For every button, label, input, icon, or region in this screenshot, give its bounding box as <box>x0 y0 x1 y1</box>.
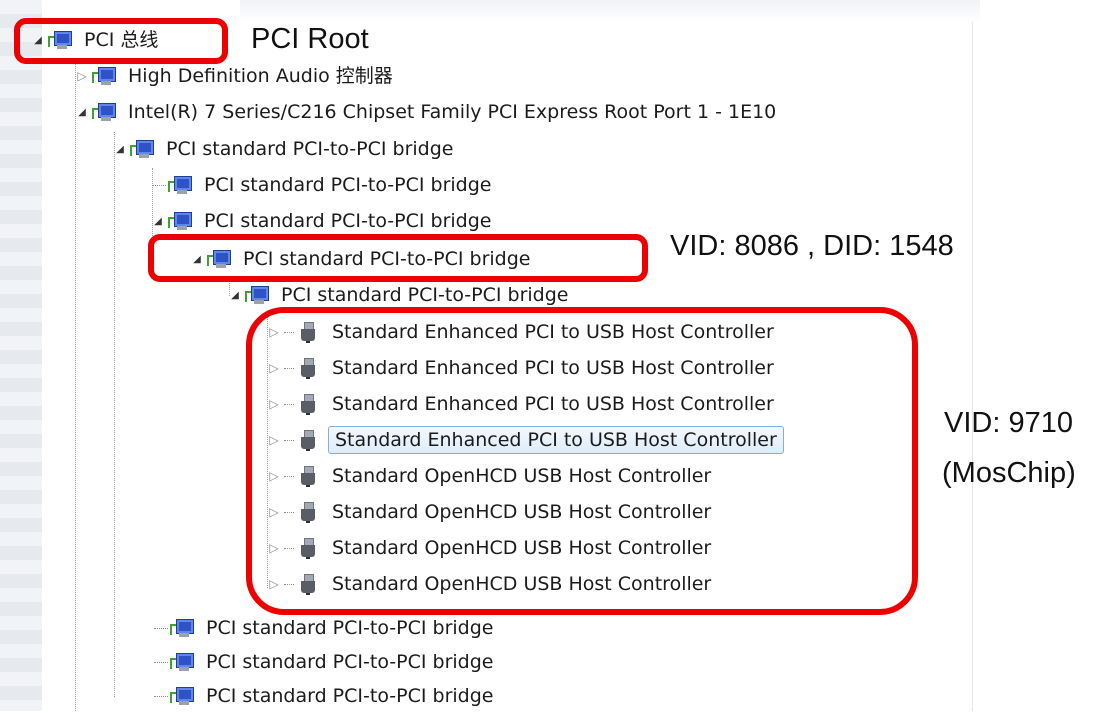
tree-connector <box>154 627 168 629</box>
pci-device-icon <box>245 284 269 306</box>
tree-node-bridge[interactable]: PCI standard PCI-to-PCI bridge <box>154 645 497 679</box>
collapsed-arrow-icon[interactable]: ▷ <box>74 68 90 84</box>
expanded-arrow-icon[interactable]: ◢ <box>74 104 90 120</box>
annotation-label-usb-vendor: (MosChip) <box>942 457 1076 489</box>
annotation-box-pci-root <box>14 18 228 64</box>
tree-node-label: PCI standard PCI-to-PCI bridge <box>204 210 492 232</box>
tree-connector <box>152 184 166 186</box>
pci-device-icon <box>170 617 194 639</box>
tree-node-bridge[interactable]: PCI standard PCI-to-PCI bridge <box>154 611 497 645</box>
expanded-arrow-icon[interactable]: ◢ <box>227 287 243 303</box>
tree-guide-line <box>114 132 115 697</box>
annotation-label-bridge-ids: VID: 8086 , DID: 1548 <box>670 230 954 262</box>
pci-device-icon <box>170 651 194 673</box>
tree-node-label: PCI standard PCI-to-PCI bridge <box>206 617 494 639</box>
tree-node-label: PCI standard PCI-to-PCI bridge <box>166 138 454 160</box>
pci-device-icon <box>130 138 154 160</box>
pci-device-icon <box>168 210 192 232</box>
annotation-box-bridge <box>148 234 648 282</box>
tree-connector <box>154 695 168 697</box>
annotation-label-pci-root: PCI Root <box>251 23 369 55</box>
expanded-arrow-icon[interactable]: ◢ <box>112 141 128 157</box>
annotation-box-usb-controllers <box>246 307 918 615</box>
pci-device-icon <box>92 101 116 123</box>
tree-node-bridge[interactable]: ◢ PCI standard PCI-to-PCI bridge <box>112 132 457 166</box>
tree-node-bridge[interactable]: ◢ PCI standard PCI-to-PCI bridge <box>150 204 495 238</box>
tree-node-root-port[interactable]: ◢ Intel(R) 7 Series/C216 Chipset Family … <box>74 95 780 129</box>
tree-guide-line <box>75 60 76 711</box>
tree-node-label: PCI standard PCI-to-PCI bridge <box>204 174 492 196</box>
tree-node-label: PCI standard PCI-to-PCI bridge <box>206 651 494 673</box>
tree-node-label: High Definition Audio 控制器 <box>128 65 393 87</box>
expanded-arrow-icon[interactable]: ◢ <box>150 213 166 229</box>
tree-connector <box>154 661 168 663</box>
tree-node-label: Intel(R) 7 Series/C216 Chipset Family PC… <box>128 101 777 123</box>
tree-node-bridge[interactable]: PCI standard PCI-to-PCI bridge <box>154 679 497 713</box>
tree-node-label: PCI standard PCI-to-PCI bridge <box>206 685 494 707</box>
background-top-strip <box>240 0 980 22</box>
tree-node-hd-audio[interactable]: ▷ High Definition Audio 控制器 <box>74 59 397 93</box>
tree-node-label: PCI standard PCI-to-PCI bridge <box>281 284 569 306</box>
pci-device-icon <box>170 685 194 707</box>
background-left-strip <box>0 0 42 711</box>
tree-node-bridge[interactable]: PCI standard PCI-to-PCI bridge <box>152 168 495 202</box>
pci-device-icon <box>92 65 116 87</box>
annotation-label-usb-vid: VID: 9710 <box>944 407 1073 439</box>
pci-device-icon <box>168 174 192 196</box>
